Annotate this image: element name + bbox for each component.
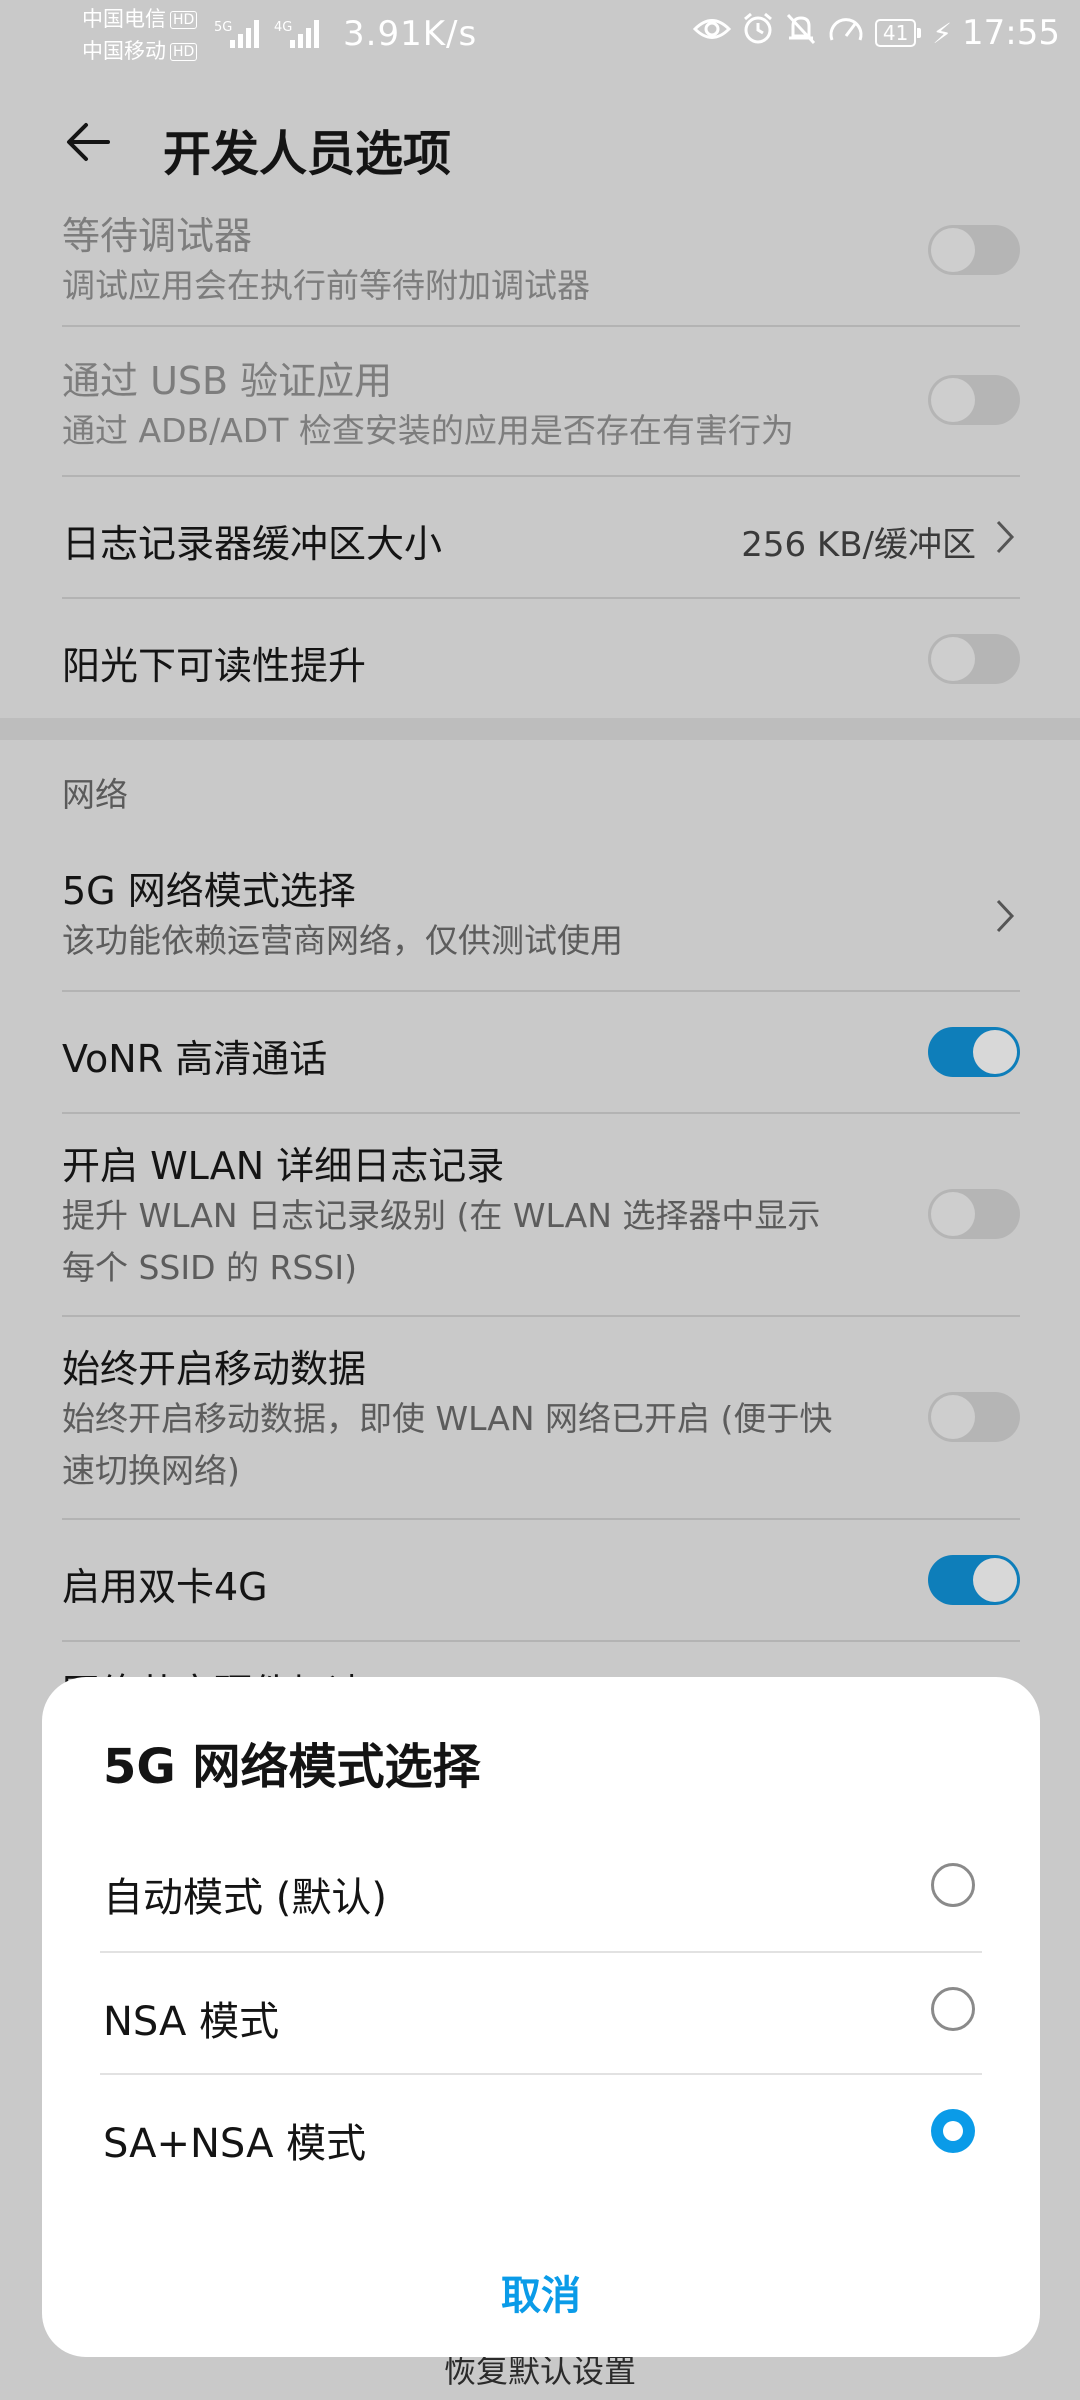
toggle-knob — [931, 378, 975, 422]
setting-title: 始终开启移动数据 — [62, 1347, 367, 1391]
chevron-right-icon — [990, 896, 1020, 936]
charging-bolt-icon: ⚡ — [932, 16, 953, 50]
divider — [62, 1315, 1020, 1317]
divider — [62, 325, 1020, 327]
setting-log-buffer[interactable]: 日志记录器缓冲区大小 256 KB/缓冲区 — [62, 477, 1020, 597]
setting-sunlight[interactable]: 阳光下可读性提升 — [62, 599, 1020, 718]
option-label: NSA 模式 — [103, 1999, 280, 2045]
vonr-toggle[interactable] — [928, 1027, 1020, 1077]
app-header: 开发人员选项 — [0, 90, 1080, 200]
setting-title: 开启 WLAN 详细日志记录 — [62, 1144, 505, 1188]
mute-bell-icon — [785, 12, 817, 54]
net-speed: 3.91K/s — [343, 14, 478, 54]
toggle-knob — [931, 228, 975, 272]
setting-title: 等待调试器 — [62, 214, 253, 258]
option-auto[interactable]: 自动模式 (默认) — [103, 1827, 979, 1949]
hd-badge: HD — [170, 43, 198, 61]
setting-subtitle-line2: 每个 SSID 的 RSSI) — [62, 1248, 357, 1287]
clock: 17:55 — [962, 13, 1060, 53]
hd-badge: HD — [170, 11, 198, 29]
setting-vonr[interactable]: VoNR 高清通话 — [62, 992, 1020, 1112]
option-nsa[interactable]: NSA 模式 — [103, 1951, 979, 2073]
setting-wlan-log[interactable]: 开启 WLAN 详细日志记录 提升 WLAN 日志记录级别 (在 WLAN 选择… — [62, 1135, 1020, 1315]
setting-value: 256 KB/缓冲区 — [741, 525, 976, 565]
setting-title: 5G 网络模式选择 — [62, 869, 356, 913]
setting-title: 阳光下可读性提升 — [62, 644, 367, 688]
setting-subtitle: 该功能依赖运营商网络，仅供测试使用 — [62, 921, 623, 960]
speed-gauge-icon — [827, 12, 865, 54]
toggle-knob — [931, 1395, 975, 1439]
radio-unselected[interactable] — [931, 1863, 975, 1907]
sunlight-toggle[interactable] — [928, 634, 1020, 684]
setting-verify-usb: 通过 USB 验证应用 通过 ADB/ADT 检查安装的应用是否存在有害行为 — [62, 350, 1020, 475]
setting-title: 通过 USB 验证应用 — [62, 359, 393, 403]
wlan-log-toggle[interactable] — [928, 1189, 1020, 1239]
carrier-2-label: 中国移动 — [82, 39, 166, 63]
signal-bars-icon — [290, 18, 324, 48]
setting-5g-mode[interactable]: 5G 网络模式选择 该功能依赖运营商网络，仅供测试使用 — [62, 860, 1020, 990]
setting-title: 启用双卡4G — [62, 1565, 268, 1609]
toggle-knob — [973, 1030, 1017, 1074]
eye-icon — [692, 14, 732, 52]
dual-4g-toggle[interactable] — [928, 1555, 1020, 1605]
dialog-title: 5G 网络模式选择 — [103, 1739, 481, 1795]
back-arrow-icon[interactable] — [60, 112, 120, 172]
chevron-right-icon — [990, 517, 1020, 557]
cancel-button[interactable]: 取消 — [42, 2263, 1040, 2321]
setting-wait-debugger: 等待调试器 调试应用会在执行前等待附加调试器 — [62, 205, 1020, 325]
mobile-data-toggle[interactable] — [928, 1392, 1020, 1442]
setting-subtitle: 通过 ADB/ADT 检查安装的应用是否存在有害行为 — [62, 411, 794, 450]
battery-icon: 41 — [874, 19, 922, 47]
wait-debugger-toggle — [928, 225, 1020, 275]
setting-subtitle-line1: 始终开启移动数据，即使 WLAN 网络已开启 (便于快 — [62, 1399, 833, 1438]
setting-subtitle-line2: 速切换网络) — [62, 1451, 240, 1490]
toggle-knob — [931, 1192, 975, 1236]
setting-dual-4g[interactable]: 启用双卡4G — [62, 1520, 1020, 1640]
setting-title: VoNR 高清通话 — [62, 1037, 328, 1081]
carrier-2: 中国移动 HD — [82, 39, 198, 63]
setting-subtitle: 调试应用会在执行前等待附加调试器 — [62, 266, 590, 305]
section-gap — [0, 718, 1080, 740]
toggle-knob — [931, 637, 975, 681]
page-title: 开发人员选项 — [163, 126, 452, 182]
option-sa-nsa[interactable]: SA+NSA 模式 — [103, 2073, 979, 2195]
setting-subtitle-line1: 提升 WLAN 日志记录级别 (在 WLAN 选择器中显示 — [62, 1196, 821, 1235]
status-bar: 中国电信 HD 中国移动 HD 5G 4G 3.91K/s 41 ⚡ 17:55 — [0, 0, 1080, 72]
nr-mode-dialog: 5G 网络模式选择 自动模式 (默认) NSA 模式 SA+NSA 模式 取消 — [42, 1677, 1040, 2357]
carrier-1: 中国电信 HD — [82, 7, 198, 31]
section-header-network: 网络 — [62, 775, 128, 814]
option-label: SA+NSA 模式 — [103, 2121, 367, 2167]
carrier-1-label: 中国电信 — [82, 7, 166, 31]
signal-bars-icon — [230, 18, 264, 48]
toggle-knob — [973, 1558, 1017, 1602]
verify-usb-toggle — [928, 375, 1020, 425]
radio-selected[interactable] — [931, 2109, 975, 2153]
divider — [62, 1640, 1020, 1642]
status-icons: 41 ⚡ 17:55 — [692, 12, 1060, 54]
setting-mobile-data[interactable]: 始终开启移动数据 始终开启移动数据，即使 WLAN 网络已开启 (便于快 速切换… — [62, 1338, 1020, 1518]
radio-unselected[interactable] — [931, 1987, 975, 2031]
option-label: 自动模式 (默认) — [103, 1875, 387, 1921]
alarm-icon — [741, 12, 775, 54]
divider — [62, 1112, 1020, 1114]
setting-title: 日志记录器缓冲区大小 — [62, 522, 443, 566]
